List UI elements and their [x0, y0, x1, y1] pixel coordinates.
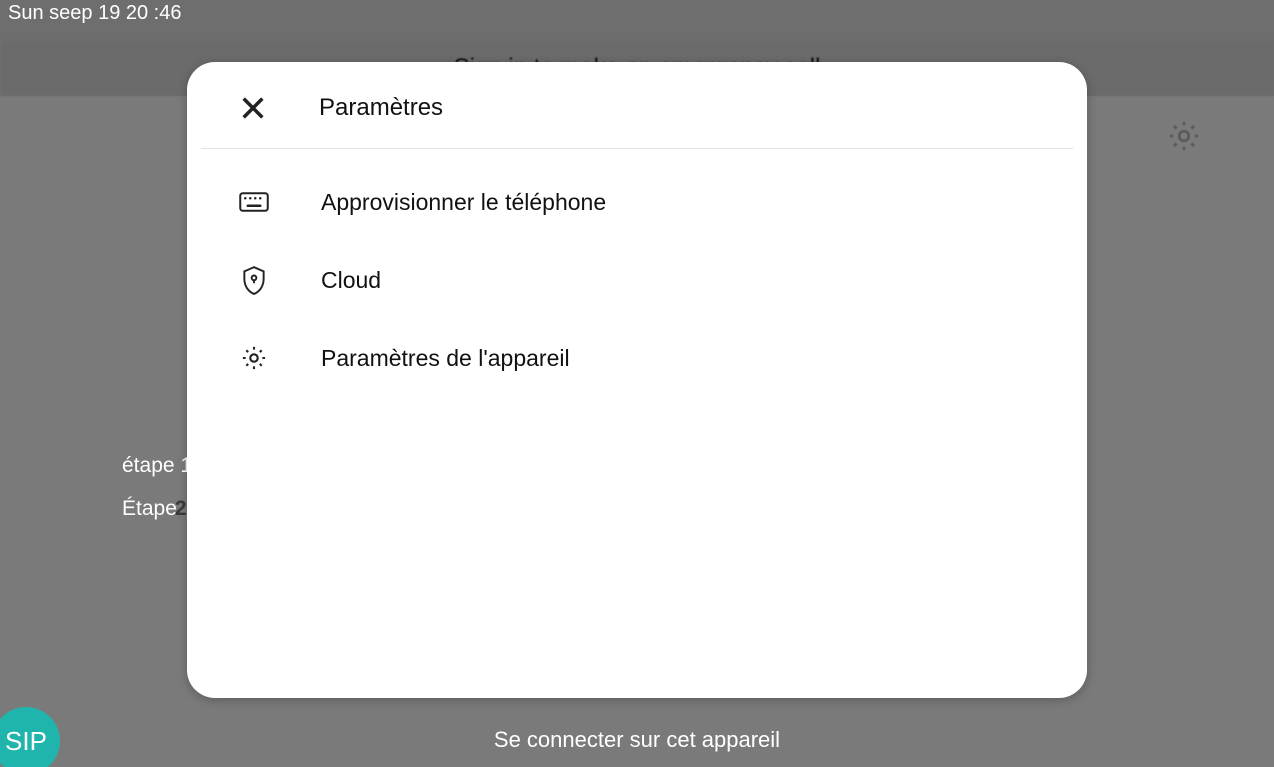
status-datetime: Sun seep 19 20 :46 — [8, 2, 181, 25]
sip-badge[interactable]: SIP — [0, 707, 60, 767]
settings-item-label: Approvisionner le téléphone — [321, 189, 606, 216]
settings-list: Approvisionner le téléphone Cloud Paramè… — [187, 149, 1087, 411]
status-bar: Sun seep 19 20 :46 — [0, 0, 1274, 40]
step-1-label: étape 1 — [122, 454, 192, 477]
settings-item-device-settings[interactable]: Paramètres de l'appareil — [237, 319, 1037, 397]
keyboard-icon — [237, 185, 271, 219]
settings-modal: Paramètres Approvisionner le téléphone — [187, 62, 1087, 698]
settings-item-label: Paramètres de l'appareil — [321, 345, 570, 372]
sip-badge-label: SIP — [5, 726, 47, 757]
modal-header: Paramètres — [201, 62, 1073, 149]
footer-signin-text[interactable]: Se connecter sur cet appareil — [0, 727, 1274, 753]
settings-item-cloud[interactable]: Cloud — [237, 241, 1037, 319]
step-2-label: Étape — [122, 497, 177, 520]
close-icon[interactable] — [237, 92, 269, 124]
step-1: étape 1 — [122, 454, 192, 477]
step-2-number: 2 — [175, 497, 187, 520]
gear-icon — [237, 341, 271, 375]
footer-signin-label: Se connecter sur cet appareil — [494, 727, 780, 752]
settings-item-label: Cloud — [321, 267, 381, 294]
gear-icon[interactable] — [1166, 118, 1202, 154]
steps-list: étape 1 Étape2 — [122, 454, 192, 540]
shield-icon — [237, 263, 271, 297]
step-2: Étape2 — [122, 497, 192, 520]
settings-item-provision-phone[interactable]: Approvisionner le téléphone — [237, 163, 1037, 241]
modal-title: Paramètres — [319, 94, 443, 122]
